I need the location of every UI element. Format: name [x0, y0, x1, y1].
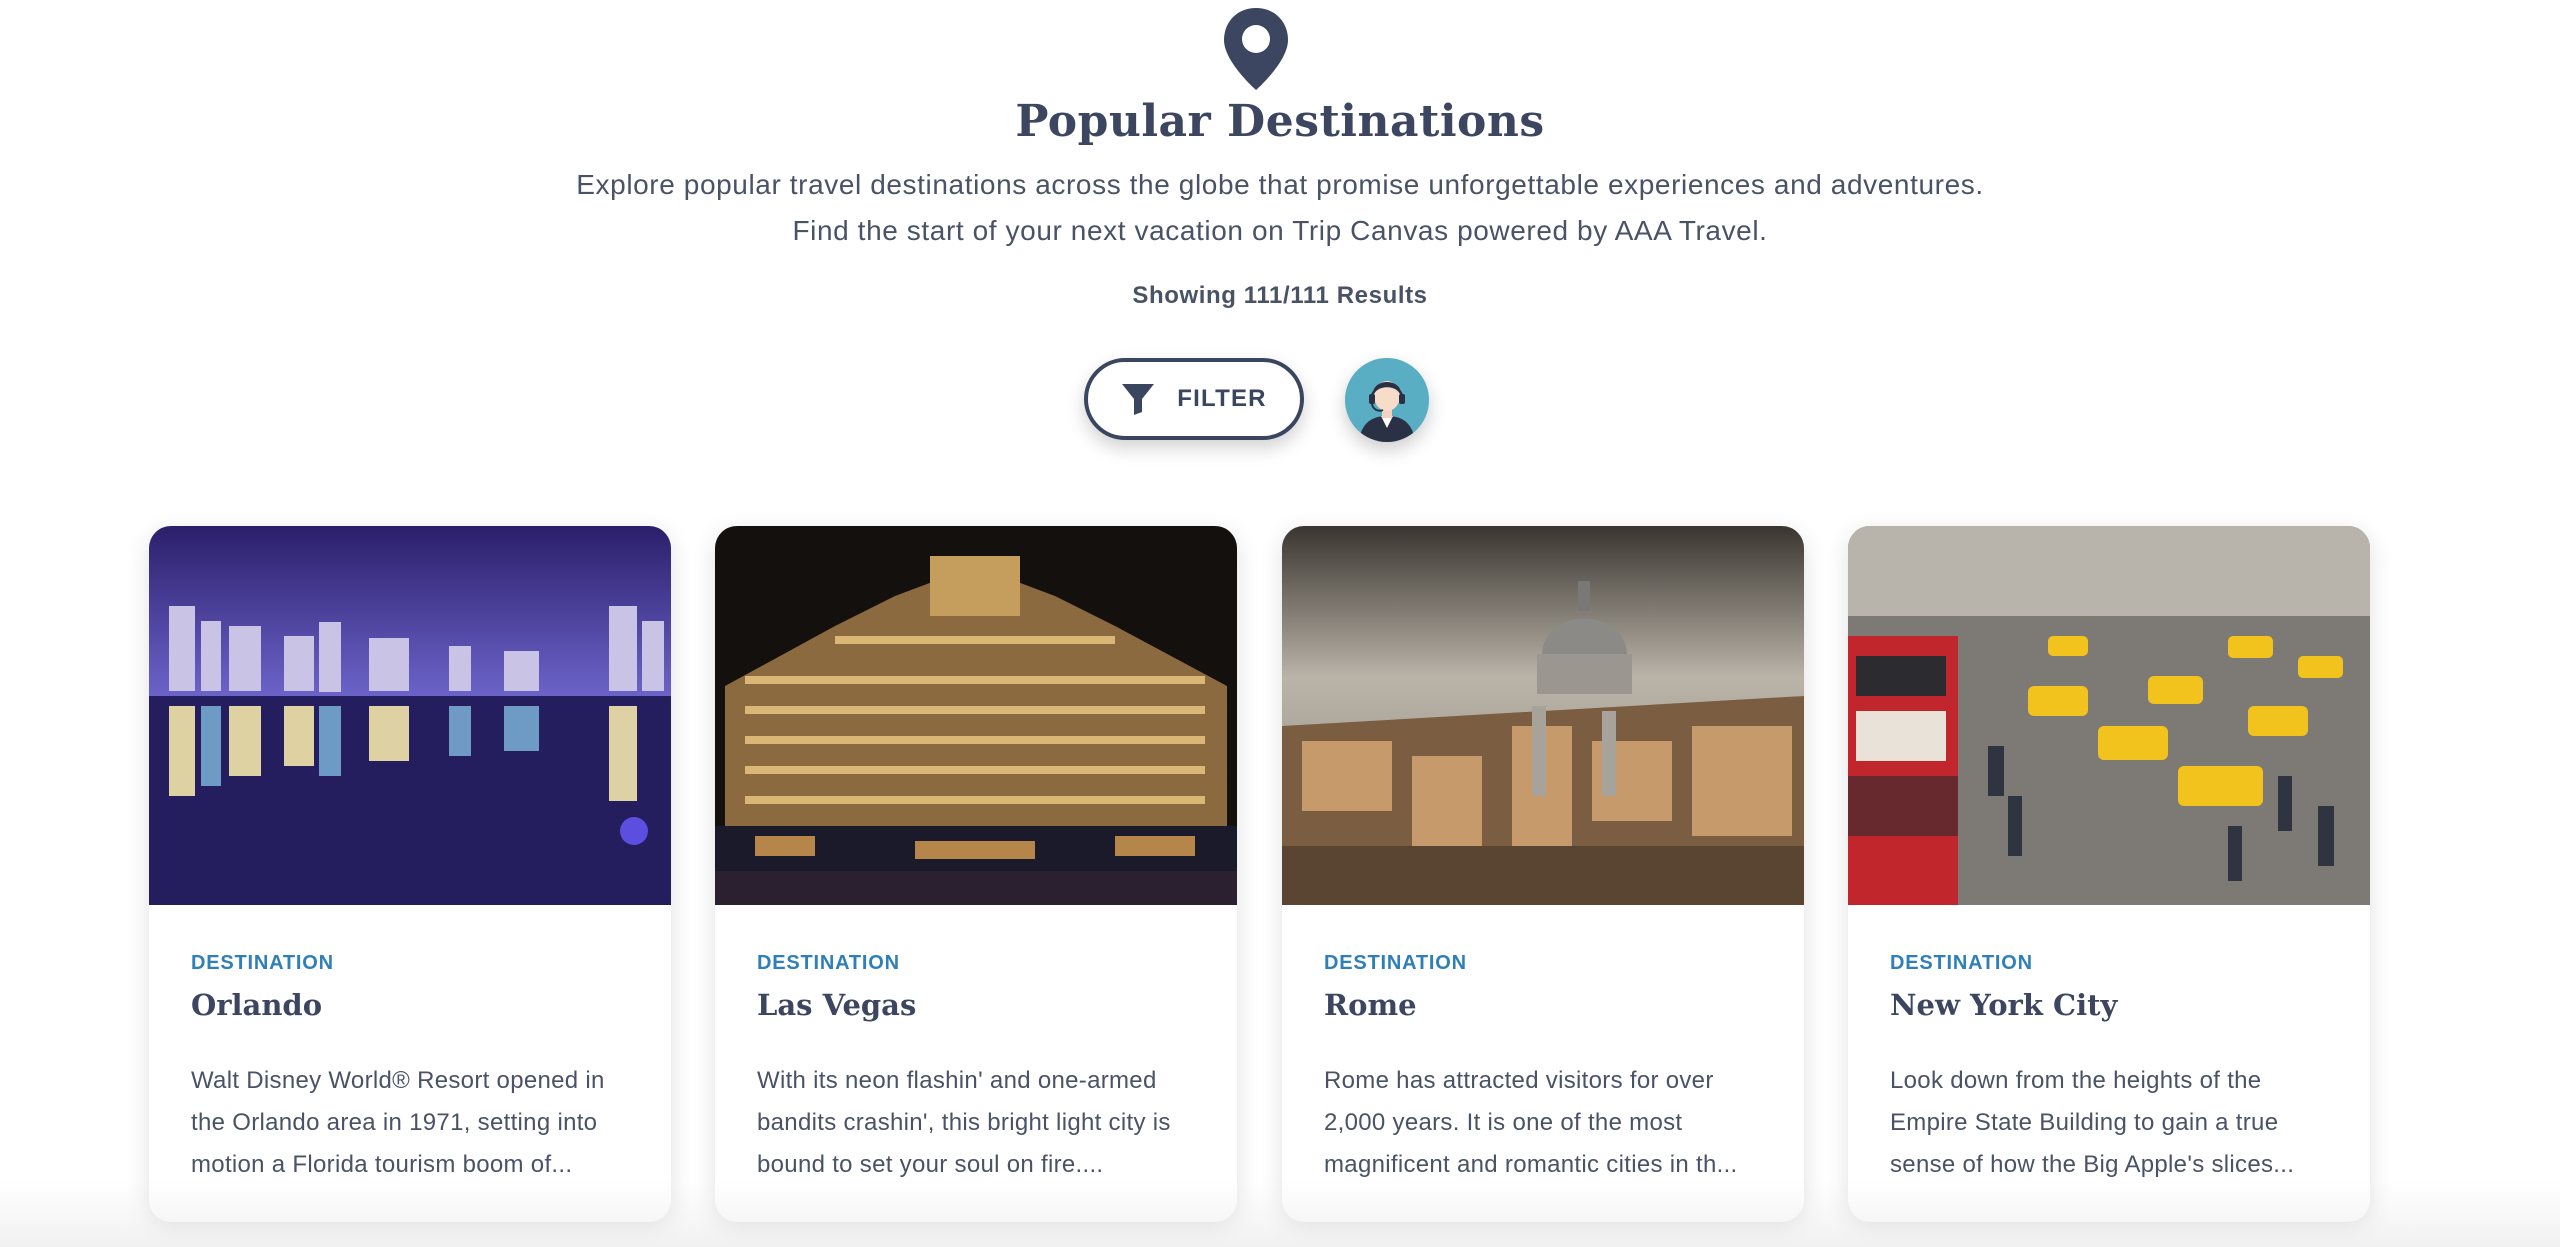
- card-description-line: sense of how the Big Apple's slices...: [1890, 1151, 2295, 1178]
- card-kind: DESTINATION: [191, 952, 334, 974]
- card-description: Walt Disney World® Resort opened in the …: [191, 1060, 641, 1186]
- card-description-line: With its neon flashin' and one-armed: [757, 1067, 1157, 1094]
- card-description-line: motion a Florida tourism boom of...: [191, 1151, 573, 1178]
- card-kind: DESTINATION: [757, 952, 900, 974]
- destination-card-las-vegas[interactable]: DESTINATION Las Vegas With its neon flas…: [715, 526, 1237, 1222]
- card-description-line: 2,000 years. It is one of the most: [1324, 1109, 1683, 1136]
- card-description-line: Empire State Building to gain a true: [1890, 1109, 2279, 1136]
- card-description: Rome has attracted visitors for over 2,0…: [1324, 1060, 1774, 1186]
- card-description-line: Look down from the heights of the: [1890, 1067, 2262, 1094]
- destination-card-orlando[interactable]: DESTINATION Orlando Walt Disney World® R…: [149, 526, 671, 1222]
- travel-agent-avatar-icon[interactable]: [1345, 358, 1429, 442]
- card-description-line: magnificent and romantic cities in th...: [1324, 1151, 1738, 1178]
- card-description: Look down from the heights of the Empire…: [1890, 1060, 2340, 1186]
- card-title[interactable]: Las Vegas: [757, 988, 916, 1022]
- results-count: Showing 111/111 Results: [1132, 282, 1428, 309]
- card-kind: DESTINATION: [1890, 952, 2033, 974]
- card-title[interactable]: Orlando: [191, 988, 322, 1022]
- funnel-icon: [1122, 384, 1155, 415]
- destination-card-new-york-city[interactable]: DESTINATION New York City Look down from…: [1848, 526, 2370, 1222]
- destination-image: [149, 526, 671, 905]
- map-pin-icon: [1221, 6, 1291, 92]
- page-subtitle: Explore popular travel destinations acro…: [0, 162, 2560, 254]
- destination-image: [715, 526, 1237, 905]
- card-description-line: the Orlando area in 1971, setting into: [191, 1109, 598, 1136]
- subtitle-line: Explore popular travel destinations acro…: [576, 169, 1984, 200]
- destination-image: [1282, 526, 1804, 905]
- destination-image: [1848, 526, 2370, 905]
- filter-button[interactable]: FILTER: [1084, 358, 1304, 440]
- card-description: With its neon flashin' and one-armed ban…: [757, 1060, 1207, 1186]
- card-kind: DESTINATION: [1324, 952, 1467, 974]
- destination-card-rome[interactable]: DESTINATION Rome Rome has attracted visi…: [1282, 526, 1804, 1222]
- card-description-line: Walt Disney World® Resort opened in: [191, 1067, 605, 1094]
- card-description-line: Rome has attracted visitors for over: [1324, 1067, 1714, 1094]
- card-title[interactable]: New York City: [1890, 988, 2117, 1022]
- page-title: Popular Destinations: [1015, 96, 1545, 147]
- filter-button-label: FILTER: [1177, 385, 1267, 412]
- card-title[interactable]: Rome: [1324, 988, 1417, 1022]
- card-description-line: bandits crashin', this bright light city…: [757, 1109, 1171, 1136]
- card-description-line: bound to set your soul on fire....: [757, 1151, 1104, 1178]
- subtitle-line: Find the start of your next vacation on …: [792, 215, 1768, 246]
